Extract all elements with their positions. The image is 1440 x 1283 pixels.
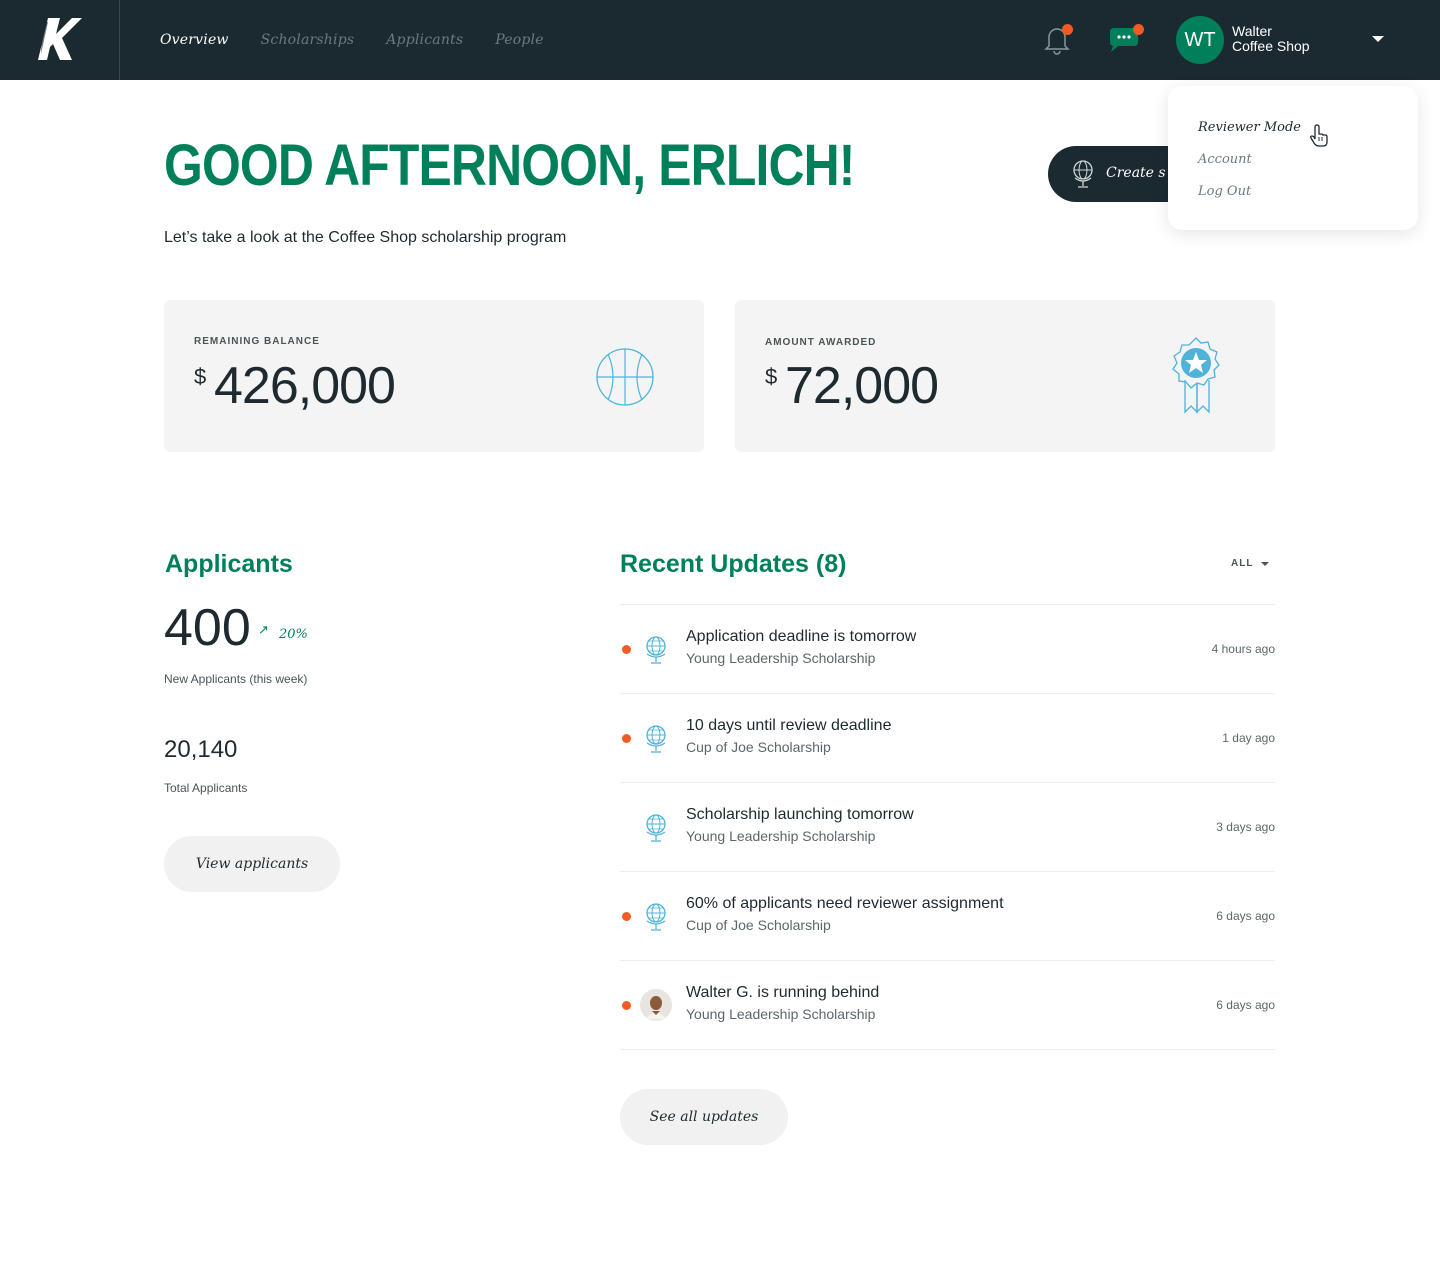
globe-icon bbox=[640, 633, 672, 665]
update-title: Walter G. is running behind bbox=[686, 984, 880, 1001]
update-title: Application deadline is tomorrow bbox=[686, 628, 917, 645]
user-photo-avatar bbox=[640, 989, 672, 1021]
k-logo-icon bbox=[38, 18, 82, 60]
unread-dot bbox=[622, 1001, 631, 1010]
stat-value: 72,000 bbox=[785, 357, 939, 415]
update-scholarship: Cup of Joe Scholarship bbox=[686, 917, 831, 933]
hand-pointer-cursor-icon bbox=[1310, 124, 1328, 147]
user-name: Walter bbox=[1232, 23, 1272, 39]
user-dropdown-menu: Reviewer Mode Account Log Out bbox=[1168, 86, 1418, 230]
stat-label: AMOUNT AWARDED bbox=[765, 337, 877, 348]
recent-updates-title: Recent Updates (8) bbox=[620, 550, 847, 578]
update-list-item[interactable]: 60% of applicants need reviewer assignme… bbox=[620, 872, 1275, 960]
update-list-item[interactable]: Walter G. is running behind Young Leaders… bbox=[620, 961, 1275, 1049]
nav-item-applicants[interactable]: Applicants bbox=[386, 32, 463, 48]
total-applicants-label: Total Applicants bbox=[164, 781, 248, 795]
update-title: 10 days until review deadline bbox=[686, 717, 892, 734]
update-scholarship: Young Leadership Scholarship bbox=[686, 1006, 876, 1022]
total-applicants-count: 20,140 bbox=[164, 736, 238, 763]
menu-item-log-out[interactable]: Log Out bbox=[1198, 184, 1251, 199]
update-list-item[interactable]: Application deadline is tomorrow Young Le… bbox=[620, 605, 1275, 693]
globe-icon bbox=[1073, 160, 1093, 188]
notifications-button[interactable] bbox=[1040, 22, 1074, 56]
update-scholarship: Cup of Joe Scholarship bbox=[686, 739, 831, 755]
unread-dot bbox=[622, 645, 631, 654]
notifications-unread-dot bbox=[1062, 24, 1073, 35]
update-timestamp: 6 days ago bbox=[1216, 909, 1275, 923]
globe-icon bbox=[640, 900, 672, 932]
update-title: Scholarship launching tomorrow bbox=[686, 806, 914, 823]
new-applicants-count: 400 bbox=[164, 599, 251, 657]
user-menu-toggle[interactable]: WT Walter Coffee Shop bbox=[1176, 16, 1396, 64]
menu-item-account[interactable]: Account bbox=[1198, 152, 1252, 167]
trend-percentage: 20% bbox=[279, 627, 308, 642]
update-list-item[interactable]: Scholarship launching tomorrow Young Lead… bbox=[620, 783, 1275, 871]
unread-dot bbox=[622, 912, 631, 921]
update-timestamp: 3 days ago bbox=[1216, 820, 1275, 834]
unread-dot bbox=[622, 734, 631, 743]
update-timestamp: 4 hours ago bbox=[1211, 642, 1275, 656]
stat-value: 426,000 bbox=[214, 357, 396, 415]
currency-symbol: $ bbox=[765, 364, 778, 389]
stat-label: REMAINING BALANCE bbox=[194, 336, 320, 347]
messages-unread-dot bbox=[1133, 24, 1144, 35]
updates-filter-select[interactable]: ALL bbox=[1231, 558, 1253, 569]
globe-icon bbox=[640, 722, 672, 754]
main-nav: Overview Scholarships Applicants People bbox=[160, 0, 544, 80]
globe-icon bbox=[640, 811, 672, 843]
nav-item-people[interactable]: People bbox=[495, 32, 543, 48]
create-button-label: Create s bbox=[1106, 165, 1166, 181]
page-subtitle: Let’s take a look at the Coffee Shop sch… bbox=[164, 229, 567, 246]
nav-item-overview[interactable]: Overview bbox=[160, 32, 229, 48]
currency-symbol: $ bbox=[194, 364, 207, 389]
new-applicants-label: New Applicants (this week) bbox=[164, 672, 308, 686]
view-applicants-button[interactable]: View applicants bbox=[164, 836, 340, 892]
update-scholarship: Young Leadership Scholarship bbox=[686, 828, 876, 844]
divider bbox=[620, 1049, 1275, 1050]
basketball-icon bbox=[596, 348, 654, 406]
trend-up-icon: ↗ bbox=[258, 622, 269, 637]
avatar: WT bbox=[1176, 16, 1224, 64]
update-timestamp: 1 day ago bbox=[1222, 731, 1275, 745]
update-scholarship: Young Leadership Scholarship bbox=[686, 650, 876, 666]
update-title: 60% of applicants need reviewer assignme… bbox=[686, 895, 1004, 912]
menu-item-reviewer-mode[interactable]: Reviewer Mode bbox=[1198, 120, 1301, 135]
messages-button[interactable] bbox=[1104, 22, 1144, 56]
top-navigation-bar: Overview Scholarships Applicants People … bbox=[0, 0, 1440, 80]
chevron-down-icon bbox=[1372, 36, 1384, 42]
applicants-section-title: Applicants bbox=[165, 550, 293, 578]
award-ribbon-icon bbox=[1172, 337, 1220, 414]
chevron-down-icon bbox=[1261, 562, 1269, 566]
user-organization: Coffee Shop bbox=[1232, 38, 1310, 54]
amount-awarded-card: AMOUNT AWARDED $ 72,000 bbox=[735, 300, 1275, 452]
update-list-item[interactable]: 10 days until review deadline Cup of Joe … bbox=[620, 694, 1275, 782]
update-timestamp: 6 days ago bbox=[1216, 998, 1275, 1012]
page-title: GOOD AFTERNOON, ERLICH! bbox=[164, 133, 855, 198]
nav-item-scholarships[interactable]: Scholarships bbox=[261, 32, 355, 48]
app-logo[interactable] bbox=[0, 0, 120, 80]
see-all-updates-button[interactable]: See all updates bbox=[620, 1089, 788, 1145]
remaining-balance-card: REMAINING BALANCE $ 426,000 bbox=[164, 300, 704, 452]
